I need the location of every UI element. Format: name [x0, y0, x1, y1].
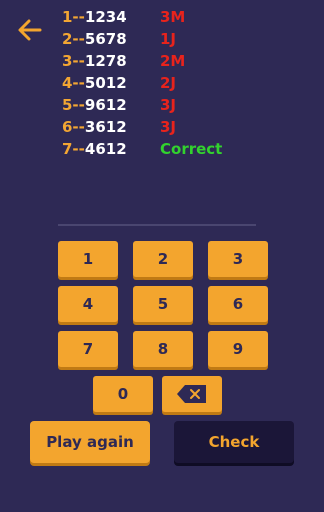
key-8[interactable]: 8 — [133, 331, 193, 367]
key-9[interactable]: 9 — [208, 331, 268, 367]
guess-code: 5012 — [84, 74, 127, 92]
input-divider — [58, 224, 256, 226]
key-3[interactable]: 3 — [208, 241, 268, 277]
guess-result: 2M — [160, 52, 186, 70]
guess-index: 4-- — [62, 74, 85, 92]
guess-index: 6-- — [62, 118, 85, 136]
check-button[interactable]: Check — [174, 421, 294, 463]
guess-index: 7-- — [62, 140, 85, 158]
guess-result: 2J — [160, 74, 177, 92]
key-7[interactable]: 7 — [58, 331, 118, 367]
guess-code: 9612 — [84, 96, 127, 114]
guess-result: 1J — [160, 30, 177, 48]
guess-code: 1234 — [84, 8, 127, 26]
key-0[interactable]: 0 — [93, 376, 153, 412]
guess-row: 6--3612 3J — [62, 116, 302, 138]
guess-code: 4612 — [84, 140, 127, 158]
key-2[interactable]: 2 — [133, 241, 193, 277]
guess-index: 1-- — [62, 8, 85, 26]
arrow-left-icon — [18, 19, 42, 41]
guess-row: 5--9612 3J — [62, 94, 302, 116]
guess-result: 3M — [160, 8, 186, 26]
guess-row: 3--1278 2M — [62, 50, 302, 72]
guess-code: 5678 — [84, 30, 127, 48]
backspace-icon — [177, 385, 206, 403]
play-again-button[interactable]: Play again — [30, 421, 150, 463]
guess-code: 1278 — [84, 52, 127, 70]
backspace-key[interactable] — [162, 376, 222, 412]
guess-row: 1--1234 3M — [62, 6, 302, 28]
guess-history: 1--1234 3M 2--5678 1J 3--1278 2M 4--5012… — [62, 6, 302, 160]
key-5[interactable]: 5 — [133, 286, 193, 322]
guess-index: 2-- — [62, 30, 85, 48]
guess-code: 3612 — [84, 118, 127, 136]
guess-index: 5-- — [62, 96, 85, 114]
key-4[interactable]: 4 — [58, 286, 118, 322]
guess-row: 4--5012 2J — [62, 72, 302, 94]
guess-result: 3J — [160, 118, 177, 136]
guess-result-correct: Correct — [160, 140, 223, 158]
guess-result: 3J — [160, 96, 177, 114]
key-1[interactable]: 1 — [58, 241, 118, 277]
guess-index: 3-- — [62, 52, 85, 70]
guess-row: 2--5678 1J — [62, 28, 302, 50]
back-button[interactable] — [14, 14, 46, 46]
guess-row: 7--4612 Correct — [62, 138, 302, 160]
key-6[interactable]: 6 — [208, 286, 268, 322]
